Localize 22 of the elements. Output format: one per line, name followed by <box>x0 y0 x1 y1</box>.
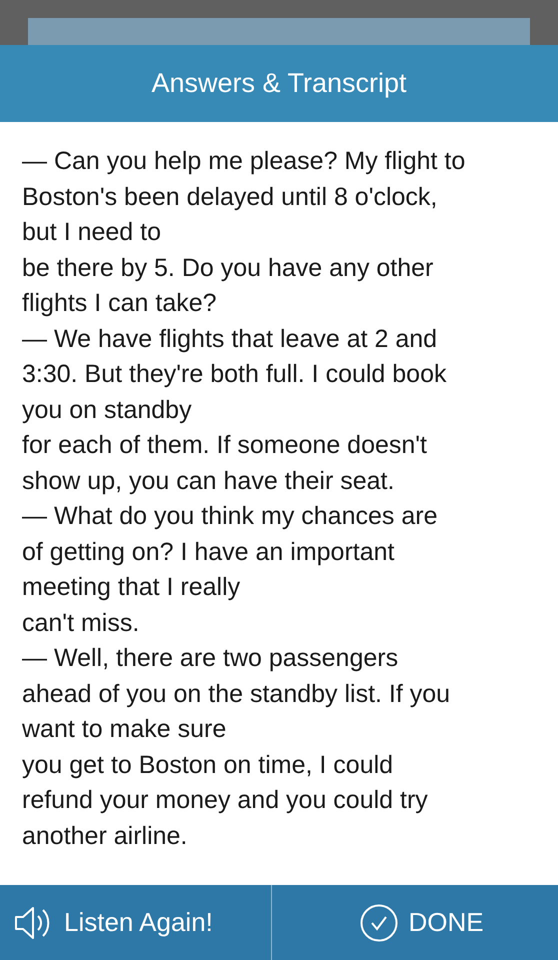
transcript-line: you get to Boston on time, I could <box>22 750 394 780</box>
check-circle-icon <box>360 904 398 942</box>
transcript-line: — Can you help me please? My flight to <box>22 146 466 177</box>
transcript-line: you on standby <box>22 394 193 426</box>
transcript-line: be there by 5. Do you have any other <box>22 252 434 284</box>
transcript-line: Boston's been delayed until 8 o'clock, <box>22 182 438 212</box>
transcript-line: for each of them. If someone doesn't <box>22 430 428 461</box>
transcript-line: 3:30. But they're both full. I could book <box>22 359 448 390</box>
transcript-line: another airline. <box>22 820 188 852</box>
transcript-line: can't miss. <box>22 608 140 638</box>
transcript-line: meeting that I really <box>22 572 242 603</box>
transcript-line: show up, you can have their seat. <box>22 466 396 496</box>
transcript-line: refund your money and you could try <box>22 785 429 816</box>
transcript-line: — Well, there are two passengers <box>22 643 400 674</box>
screen-title: Answers & Transcript <box>151 68 407 99</box>
transcript-line: want to make sure <box>22 714 228 745</box>
transcript-line: of getting on? I have an important <box>22 536 396 568</box>
transcript-line: — We have flights that leave at 2 and <box>22 324 438 354</box>
transcript-line: flights I can take? <box>22 288 218 319</box>
transcript-line: but I need to <box>22 217 162 248</box>
transcript-line: ahead of you on the standby list. If you <box>22 678 452 710</box>
transcript-line: — What do you think my chances are <box>22 501 438 532</box>
